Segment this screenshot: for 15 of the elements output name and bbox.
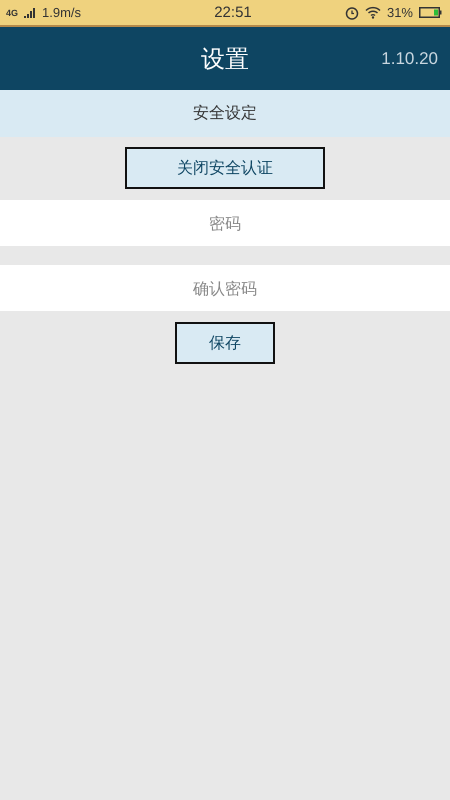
- clock-time: 22:51: [213, 4, 253, 21]
- version-number: 1.10.20: [381, 49, 438, 69]
- signal-icon: [24, 8, 36, 18]
- disable-security-button[interactable]: 关闭安全认证: [125, 147, 325, 189]
- wifi-icon: [364, 6, 381, 19]
- section-title: 安全设定: [193, 103, 257, 124]
- alarm-icon: [344, 6, 359, 20]
- save-button[interactable]: 保存: [175, 322, 275, 364]
- password-field[interactable]: 确认密码: [0, 265, 450, 311]
- battery-percent: 31%: [386, 5, 413, 20]
- network-speed: 1.9m/s: [42, 5, 82, 20]
- network-type: 4G: [6, 8, 18, 18]
- page-title: 设置: [201, 44, 249, 74]
- battery-icon: [419, 7, 442, 18]
- password-field[interactable]: 密码: [0, 200, 450, 246]
